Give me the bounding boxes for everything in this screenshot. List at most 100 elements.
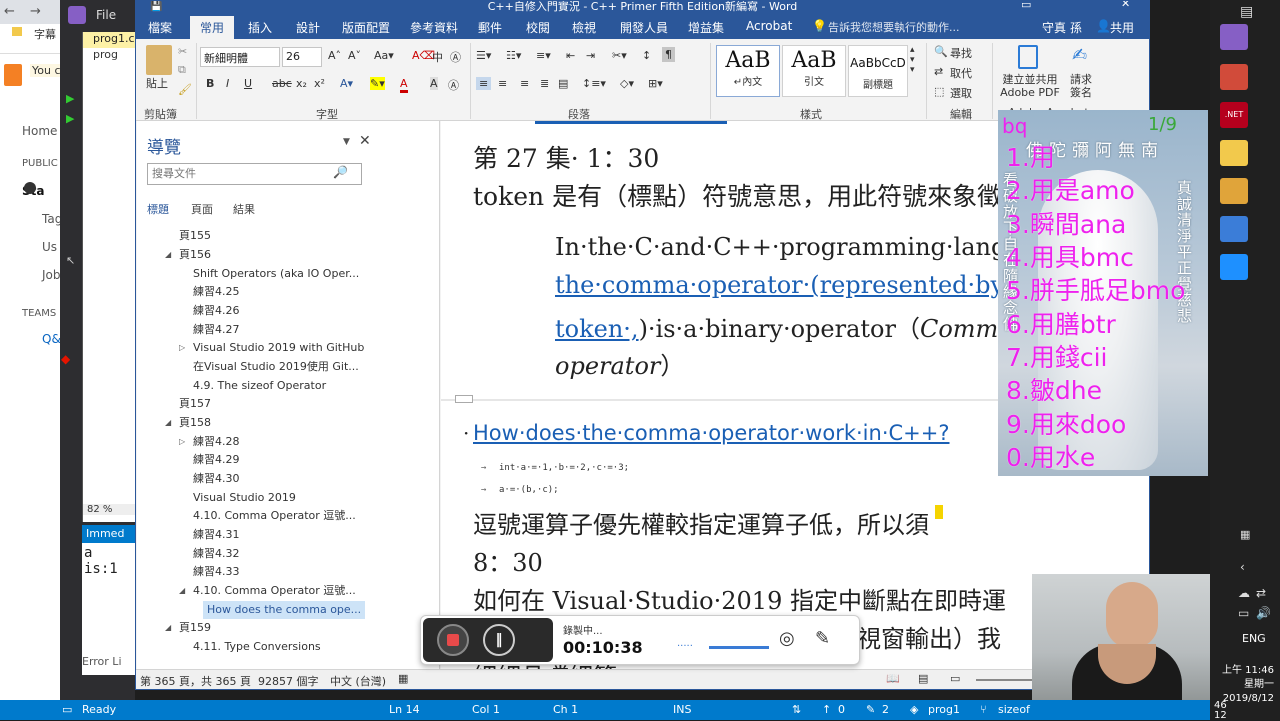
tab-references[interactable]: 參考資料 — [410, 19, 458, 36]
select-button[interactable]: 選取 — [950, 85, 972, 101]
heading-item[interactable]: 在Visual Studio 2019使用 Git... — [193, 358, 359, 376]
cursor-icon[interactable]: ↖ — [66, 254, 75, 267]
nav-tab-pages[interactable]: 頁面 — [191, 201, 213, 217]
expand-triangle-icon[interactable]: ▷ — [179, 339, 185, 357]
nav-close-icon[interactable]: ✕ — [359, 133, 371, 149]
collapse-triangle-icon[interactable]: ◢ — [165, 246, 171, 264]
up-arrow-icon[interactable]: ↑ — [822, 703, 831, 716]
tab-home[interactable]: 常用 — [190, 16, 235, 39]
heading-item[interactable]: 4.11. Type Conversions — [193, 638, 321, 656]
nav-options-icon[interactable]: ▼ — [343, 137, 350, 147]
word-count[interactable]: 92857 個字 — [258, 673, 319, 689]
phonetic-guide-icon[interactable]: 中 — [432, 49, 443, 65]
heading-item[interactable]: 4.10. Comma Operator 逗號... — [193, 582, 356, 600]
request-signature-button[interactable]: 請求 簽名 — [1064, 73, 1098, 99]
close-window-icon[interactable]: ✕ — [1121, 1, 1130, 9]
back-arrow-icon[interactable]: ← — [4, 4, 15, 19]
audio-level-bar[interactable] — [709, 646, 769, 649]
heading-item[interactable]: 頁158 — [179, 414, 211, 432]
nav-tab-results[interactable]: 結果 — [233, 201, 255, 217]
select-icon[interactable]: ⬚ — [934, 85, 944, 98]
nav-search-input[interactable] — [147, 163, 362, 185]
style-quote[interactable]: AaB 引文 — [782, 45, 846, 97]
stop-recording-button[interactable] — [437, 624, 469, 656]
section-heading-link[interactable]: How·does·the·comma·operator·work·in·C++? — [473, 421, 950, 445]
show-marks-icon[interactable]: ¶ — [662, 47, 675, 62]
heading-item[interactable]: Shift Operators (aka IO Oper... — [193, 265, 359, 283]
share-button[interactable]: 共用 — [1110, 19, 1134, 36]
zoom-slider[interactable] — [976, 679, 1036, 681]
distributed-icon[interactable]: ▤ — [558, 77, 568, 90]
heading-item[interactable]: 頁155 — [179, 227, 211, 245]
shrink-font-icon[interactable]: A˅ — [348, 49, 361, 62]
char-shading-icon[interactable]: A — [430, 77, 438, 90]
play-icon-2[interactable]: ▶ — [66, 112, 74, 125]
bookmark-label[interactable]: 字幕 — [34, 26, 56, 42]
char-border-icon[interactable]: Ⓐ — [448, 77, 459, 93]
copy-icon[interactable]: ⧉ — [178, 63, 186, 77]
decrease-indent-icon[interactable]: ⇤ — [566, 49, 575, 62]
find-icon[interactable]: 🔍 — [934, 45, 948, 58]
collapse-triangle-icon[interactable]: ◢ — [165, 414, 171, 432]
heading-item[interactable]: Visual Studio 2019 with GitHub — [193, 339, 364, 357]
heading-item[interactable]: 頁156 — [179, 246, 211, 264]
tab-review[interactable]: 校閱 — [526, 19, 550, 36]
macro-record-icon[interactable]: ▦ — [398, 672, 408, 685]
language-indicator[interactable]: 中文 (台灣) — [330, 673, 386, 689]
save-icon[interactable]: 💾 — [150, 1, 162, 12]
tab-view[interactable]: 檢視 — [572, 19, 596, 36]
increase-indent-icon[interactable]: ⇥ — [586, 49, 595, 62]
collapse-triangle-icon[interactable]: ◢ — [165, 619, 171, 637]
tab-mailings[interactable]: 郵件 — [478, 19, 502, 36]
asian-layout-icon[interactable]: ✂▾ — [612, 49, 627, 62]
vs-doc-tab-2[interactable]: prog — [83, 48, 135, 62]
search-icon[interactable]: 🔎 — [333, 165, 348, 179]
cloud-icon[interactable]: ☁ — [1238, 586, 1250, 600]
heading-item[interactable]: 練習4.28 — [193, 433, 240, 451]
branch-icon[interactable]: ⑂ — [980, 703, 987, 716]
breakpoint-icon[interactable]: ◆ — [61, 352, 70, 366]
tab-addins[interactable]: 增益集 — [688, 19, 724, 36]
multilevel-list-icon[interactable]: ≡▾ — [536, 49, 551, 62]
create-pdf-icon[interactable] — [1018, 45, 1038, 69]
align-left-icon[interactable]: ≡ — [476, 77, 492, 90]
user-name[interactable]: 守真 孫 — [1042, 19, 1082, 36]
heading-item[interactable]: 練習4.33 — [193, 563, 240, 581]
styles-scroll-icon[interactable]: ▴ ▾ ▾ — [910, 45, 915, 75]
borders-icon[interactable]: ⊞▾ — [648, 77, 663, 90]
nav-tab-headings[interactable]: 標題 — [147, 201, 169, 217]
pencil-icon[interactable]: ✎ — [866, 703, 875, 716]
network-icon[interactable]: ⇄ — [1256, 586, 1266, 600]
comma-operator-link[interactable]: the·comma·operator·(represented·by·the· — [555, 271, 1059, 299]
heading-item[interactable]: 練習4.31 — [193, 526, 240, 544]
notification-icon[interactable]: ▦ — [1240, 528, 1250, 541]
find-button[interactable]: 尋找 — [950, 45, 972, 61]
stackoverflow-logo-icon[interactable] — [4, 64, 22, 86]
tab-layout[interactable]: 版面配置 — [342, 19, 390, 36]
immediate-window[interactable]: Immed a is:1 Error Li — [82, 525, 135, 675]
office-app-icon[interactable] — [1220, 64, 1248, 90]
chevron-up-icon[interactable]: ‹ — [1240, 560, 1245, 574]
highlight-icon[interactable]: ✎▾ — [370, 77, 385, 90]
vs-file-menu[interactable]: File — [96, 8, 116, 22]
sidebar-item-jobs[interactable]: Job — [42, 268, 61, 282]
tab-file[interactable]: 檔案 — [148, 19, 172, 36]
play-icon[interactable]: ▶ — [66, 92, 74, 105]
heading-item[interactable]: 4.9. The sizeof Operator — [193, 377, 326, 395]
restore-icon[interactable]: ▭ — [1021, 1, 1031, 10]
align-center-icon[interactable]: ≡ — [498, 77, 507, 90]
heading-item[interactable]: Visual Studio 2019 — [193, 489, 296, 507]
format-painter-icon[interactable]: 🖌 — [178, 83, 192, 96]
font-size-select[interactable]: 26 — [282, 47, 322, 67]
pen-icon[interactable]: ✎ — [815, 628, 830, 649]
file-explorer-icon[interactable] — [1220, 178, 1248, 204]
heading-item[interactable]: 練習4.29 — [193, 451, 240, 469]
status-window-icon[interactable]: ▭ — [62, 703, 72, 716]
status-pending[interactable]: 0 — [838, 703, 845, 716]
volume-icon[interactable]: 🔊 — [1256, 606, 1271, 620]
replace-icon[interactable]: ⇄ — [934, 65, 943, 78]
underline-icon[interactable]: U — [244, 77, 252, 90]
line-spacing-icon[interactable]: ↕≡▾ — [582, 77, 606, 90]
token-link[interactable]: token·, — [555, 315, 639, 343]
heading-item[interactable]: 練習4.27 — [193, 321, 240, 339]
